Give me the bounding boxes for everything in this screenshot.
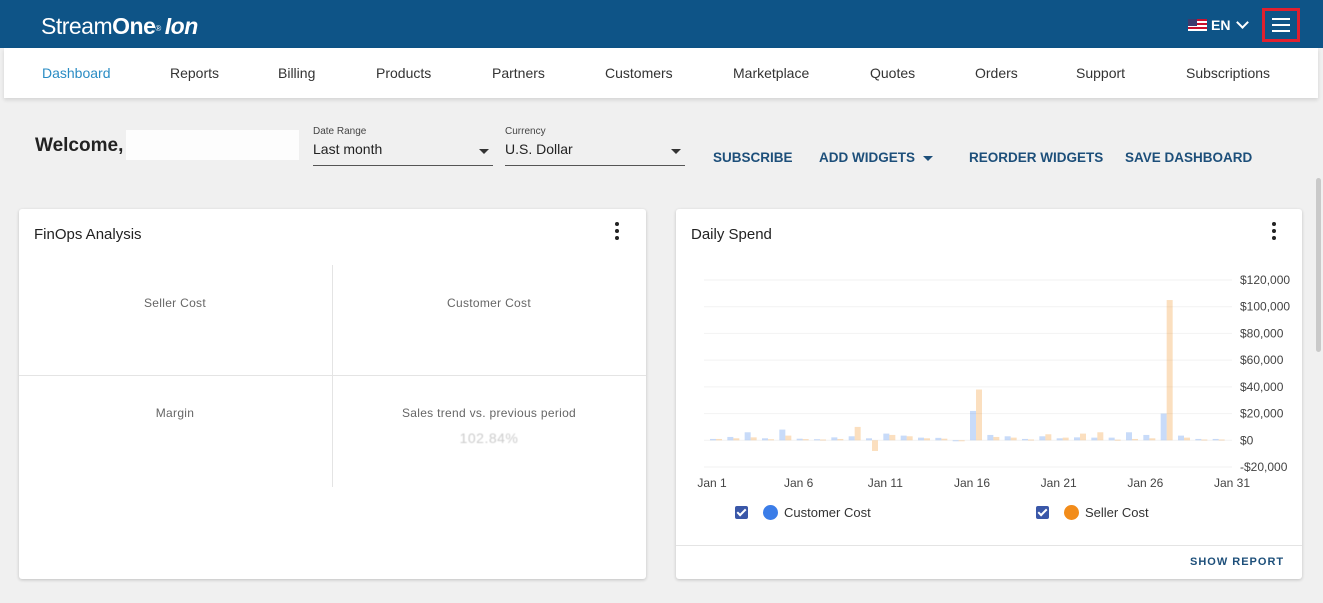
customer-cost-bar: [1195, 438, 1202, 441]
legend-customer-cost[interactable]: Customer Cost: [735, 505, 871, 520]
customer-cost-bar: [779, 429, 786, 441]
seller-cost-bar: [941, 438, 948, 441]
customer-cost-bar: [1212, 438, 1219, 441]
seller-cost-bar: [837, 438, 844, 441]
y-tick-label: $40,000: [1240, 380, 1284, 394]
seller-cost-bar: [750, 437, 757, 441]
show-report-button[interactable]: SHOW REPORT: [1190, 556, 1284, 568]
customer-cost-bar: [1143, 434, 1150, 441]
seller-cost-bar: [1166, 300, 1173, 441]
customer-cost-bar: [814, 439, 820, 441]
seller-cost-bar: [1045, 434, 1052, 441]
seller-cost-bar: [854, 426, 861, 441]
customer-cost-bar: [1004, 436, 1011, 441]
seller-cost-bar: [733, 438, 740, 441]
customer-cost-bar: [831, 437, 838, 441]
checkbox-checked-icon: [735, 506, 748, 519]
y-tick-label: $100,000: [1240, 300, 1290, 314]
y-tick-label: -$20,000: [1240, 460, 1288, 474]
seller-cost-bar: [1097, 432, 1104, 441]
seller-cost-bar: [802, 439, 809, 441]
legend-seller-cost[interactable]: Seller Cost: [1036, 505, 1149, 520]
customer-cost-bar: [1074, 437, 1080, 441]
seller-cost-bar: [1149, 438, 1156, 441]
customer-cost-bar: [1039, 436, 1046, 441]
customer-cost-bar: [1022, 438, 1028, 441]
customer-cost-bar: [987, 434, 994, 441]
customer-cost-bar: [900, 435, 907, 441]
seller-cost-bar: [924, 438, 930, 441]
seller-cost-bar: [1028, 439, 1034, 441]
customer-cost-bar: [935, 437, 942, 441]
customer-cost-bar: [1056, 438, 1063, 441]
customer-cost-bar: [1178, 435, 1184, 441]
customer-cost-bar: [1126, 432, 1132, 441]
page-scrollbar[interactable]: [1316, 178, 1321, 352]
y-tick-label: $60,000: [1240, 353, 1284, 367]
seller-cost-bar: [1062, 437, 1069, 441]
seller-cost-bar: [1184, 437, 1190, 441]
seller-cost-bar: [1201, 439, 1208, 441]
y-tick-label: $0: [1240, 433, 1254, 447]
x-tick-label: Jan 11: [868, 476, 903, 490]
x-tick-label: Jan 31: [1214, 476, 1250, 490]
customer-cost-bar: [883, 433, 890, 441]
customer-cost-bar: [1108, 437, 1115, 441]
customer-cost-bar: [918, 437, 924, 441]
x-tick-label: Jan 6: [784, 476, 814, 490]
x-tick-label: Jan 26: [1127, 476, 1163, 490]
customer-cost-bar: [866, 438, 872, 441]
customer-cost-bar: [744, 432, 751, 441]
seller-cost-bar: [1080, 433, 1086, 441]
customer-cost-bar: [796, 438, 803, 441]
seller-cost-dot-icon: [1064, 505, 1079, 520]
customer-cost-bar: [727, 436, 734, 441]
customer-cost-dot-icon: [763, 505, 778, 520]
seller-cost-bar: [993, 436, 1000, 441]
customer-cost-bar: [970, 410, 976, 441]
customer-cost-bar: [848, 436, 855, 441]
seller-cost-bar: [1132, 438, 1138, 441]
seller-cost-bar: [1010, 437, 1017, 441]
y-tick-label: $120,000: [1240, 273, 1290, 287]
y-tick-label: $20,000: [1240, 407, 1284, 421]
customer-cost-bar: [1091, 437, 1098, 441]
customer-cost-bar: [1160, 413, 1167, 441]
customer-cost-bar: [952, 440, 959, 442]
seller-cost-bar: [820, 439, 826, 441]
customer-cost-bar: [762, 438, 768, 441]
y-tick-label: $80,000: [1240, 326, 1284, 340]
x-tick-label: Jan 1: [697, 476, 727, 490]
x-tick-label: Jan 21: [1041, 476, 1077, 490]
customer-cost-bar: [710, 438, 716, 441]
seller-cost-bar: [785, 435, 792, 441]
legend-customer-cost-label: Customer Cost: [784, 505, 871, 520]
x-tick-label: Jan 16: [954, 476, 990, 490]
seller-cost-bar: [1114, 439, 1121, 441]
seller-cost-bar: [872, 440, 878, 451]
seller-cost-bar: [716, 438, 722, 441]
legend-seller-cost-label: Seller Cost: [1085, 505, 1149, 520]
seller-cost-bar: [906, 436, 913, 441]
seller-cost-bar: [958, 440, 965, 442]
checkbox-checked-icon: [1036, 506, 1049, 519]
seller-cost-bar: [976, 389, 982, 441]
seller-cost-bar: [1218, 439, 1225, 441]
seller-cost-bar: [768, 439, 774, 441]
seller-cost-bar: [889, 434, 896, 441]
